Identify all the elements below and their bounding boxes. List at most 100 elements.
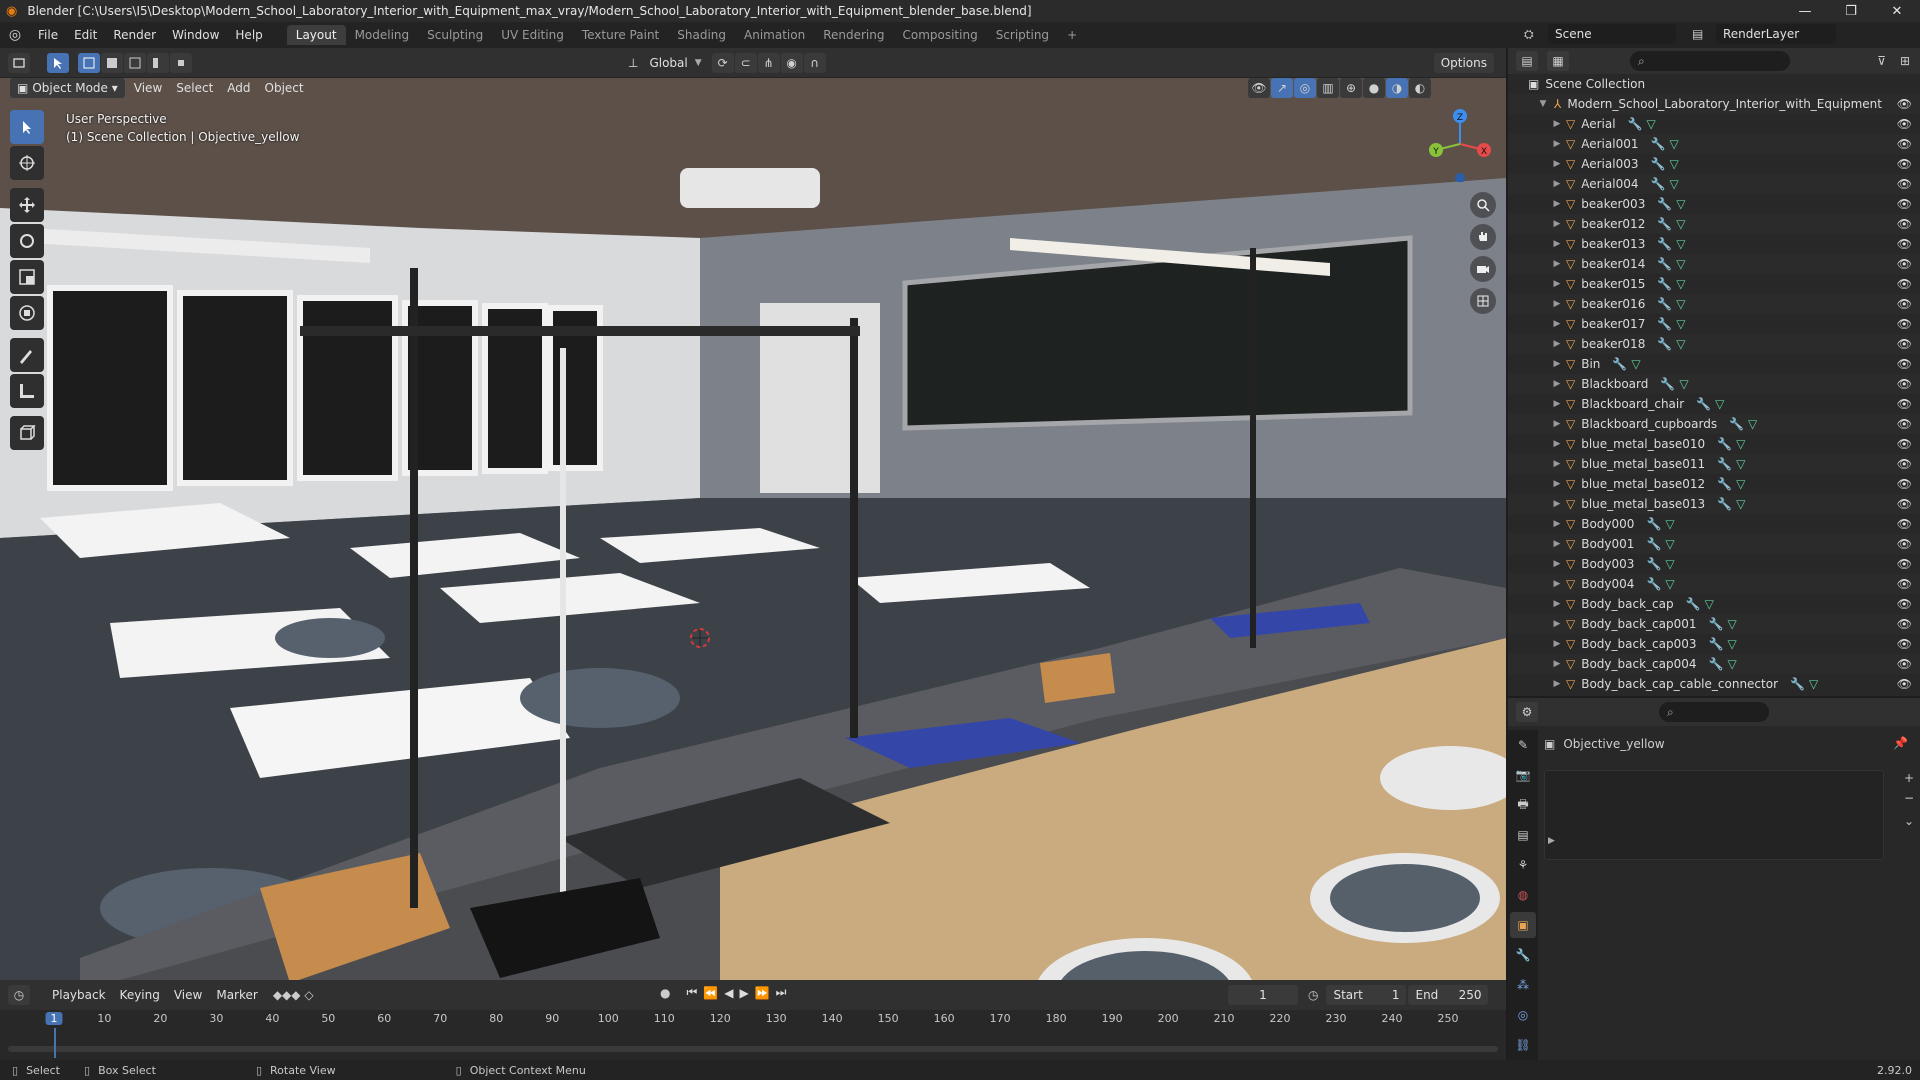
select-mode-invert-icon[interactable] <box>147 52 169 73</box>
expand-panel-icon[interactable]: ▶ <box>1548 836 1555 846</box>
tab-uv-editing[interactable]: UV Editing <box>492 25 573 45</box>
expand-arrow-icon[interactable]: ▶ <box>1552 559 1562 569</box>
keying-menu[interactable]: Keying <box>113 985 167 1005</box>
options-dropdown[interactable]: Options <box>1433 53 1494 73</box>
outliner-object-row[interactable]: ▶ ▽ beaker012 🔧 ▽ 👁 <box>1508 214 1920 234</box>
start-frame-field[interactable]: Start 1 <box>1326 985 1407 1005</box>
tool-tab-icon[interactable]: ✎ <box>1510 732 1536 758</box>
modifier-wrench-icon[interactable]: 🔧 <box>1717 457 1732 471</box>
mesh-data-icon[interactable]: ▽ <box>1727 617 1736 631</box>
outliner-object-row[interactable]: ▶ ▽ Body003 🔧 ▽ 👁 <box>1508 554 1920 574</box>
outliner-object-row[interactable]: ▶ ▽ Aerial004 🔧 ▽ 👁 <box>1508 174 1920 194</box>
eye-icon[interactable]: 👁 <box>1897 497 1912 511</box>
remove-slot-button[interactable]: − <box>1904 791 1914 805</box>
mesh-data-icon[interactable]: ▽ <box>1665 517 1674 531</box>
visibility-filter-icon[interactable]: 👁 <box>1248 78 1270 98</box>
mesh-data-icon[interactable]: ▽ <box>1669 157 1678 171</box>
eye-icon[interactable]: 👁 <box>1897 117 1912 131</box>
outliner-object-row[interactable]: ▶ ▽ blue_metal_base010 🔧 ▽ 👁 <box>1508 434 1920 454</box>
timeline[interactable]: 1 10 20 30 40 50 60 70 80 90 100 110 120 130 140 150 160… <box>0 1010 1506 1060</box>
3d-viewport[interactable] <box>0 78 1506 980</box>
eye-icon[interactable]: 👁 <box>1897 277 1912 291</box>
modifier-wrench-icon[interactable]: 🔧 <box>1646 577 1661 591</box>
outliner-object-row[interactable]: ▶ ▽ beaker018 🔧 ▽ 👁 <box>1508 334 1920 354</box>
outliner-object-row[interactable]: ▶ ▽ Body_back_cap_cable_connector 🔧 ▽ 👁 <box>1508 674 1920 694</box>
eye-icon[interactable]: 👁 <box>1897 237 1912 251</box>
eye-icon[interactable]: 👁 <box>1897 457 1912 471</box>
add-cube-tool-icon[interactable] <box>10 416 44 450</box>
tab-rendering[interactable]: Rendering <box>814 25 893 45</box>
mesh-data-icon[interactable]: ▽ <box>1715 397 1724 411</box>
eye-icon[interactable]: 👁 <box>1897 97 1912 111</box>
expand-arrow-icon[interactable]: ▶ <box>1552 299 1562 309</box>
output-tab-icon[interactable]: 🖶 <box>1510 792 1536 818</box>
properties-search[interactable]: ⌕ <box>1659 702 1769 722</box>
eye-icon[interactable]: 👁 <box>1897 617 1912 631</box>
outliner-object-row[interactable]: ▶ ▽ beaker017 🔧 ▽ 👁 <box>1508 314 1920 334</box>
tab-compositing[interactable]: Compositing <box>893 25 986 45</box>
particles-tab-icon[interactable]: ⁂ <box>1510 972 1536 998</box>
modifier-wrench-icon[interactable]: 🔧 <box>1650 157 1665 171</box>
expand-arrow-icon[interactable]: ▼ <box>1538 99 1548 109</box>
measure-tool-icon[interactable] <box>10 374 44 408</box>
display-mode-icon[interactable]: ▦ <box>1547 51 1569 71</box>
outliner-object-row[interactable]: ▶ ▽ beaker003 🔧 ▽ 👁 <box>1508 194 1920 214</box>
expand-arrow-icon[interactable]: ▶ <box>1552 259 1562 269</box>
eye-icon[interactable]: 👁 <box>1897 597 1912 611</box>
modifier-wrench-icon[interactable]: 🔧 <box>1657 257 1672 271</box>
modifier-tab-icon[interactable]: 🔧 <box>1510 942 1536 968</box>
menu-edit[interactable]: Edit <box>66 24 105 46</box>
mesh-data-icon[interactable]: ▽ <box>1736 497 1745 511</box>
expand-arrow-icon[interactable]: ▶ <box>1552 199 1562 209</box>
select-mode-new-icon[interactable] <box>78 52 100 73</box>
view-layer-selector[interactable]: RenderLayer <box>1716 24 1836 44</box>
tab-shading[interactable]: Shading <box>668 25 735 45</box>
end-frame-field[interactable]: End 250 <box>1408 985 1489 1005</box>
mesh-data-icon[interactable]: ▽ <box>1736 437 1745 451</box>
outliner-editor-type-icon[interactable]: ▤ <box>1516 51 1538 71</box>
tab-texture-paint[interactable]: Texture Paint <box>573 25 668 45</box>
outliner-object-row[interactable]: ▶ ▽ beaker013 🔧 ▽ 👁 <box>1508 234 1920 254</box>
preview-range-icon[interactable]: ◷ <box>1308 988 1318 1002</box>
outliner-object-row[interactable]: ▶ ▽ Aerial 🔧 ▽ 👁 <box>1508 114 1920 134</box>
outliner-object-row[interactable]: ▶ ▽ Aerial003 🔧 ▽ 👁 <box>1508 154 1920 174</box>
world-tab-icon[interactable]: ◍ <box>1510 882 1536 908</box>
outliner-object-row[interactable]: ▶ ▽ blue_metal_base013 🔧 ▽ 👁 <box>1508 494 1920 514</box>
view-menu[interactable]: View <box>127 78 169 98</box>
eye-icon[interactable]: 👁 <box>1897 357 1912 371</box>
eye-icon[interactable]: 👁 <box>1897 137 1912 151</box>
expand-arrow-icon[interactable]: ▶ <box>1552 659 1562 669</box>
outliner-object-row[interactable]: ▶ ▽ Aerial001 🔧 ▽ 👁 <box>1508 134 1920 154</box>
ortho-grid-icon[interactable] <box>1470 288 1496 314</box>
menu-render[interactable]: Render <box>105 24 164 46</box>
rotate-tool-icon[interactable] <box>10 224 44 258</box>
eye-icon[interactable]: 👁 <box>1897 657 1912 671</box>
eye-icon[interactable]: 👁 <box>1897 177 1912 191</box>
snap-icon[interactable]: ⊂ <box>734 53 757 73</box>
mesh-data-icon[interactable]: ▽ <box>1748 417 1757 431</box>
close-button[interactable]: ✕ <box>1874 0 1920 22</box>
mesh-data-icon[interactable]: ▽ <box>1665 537 1674 551</box>
mesh-data-icon[interactable]: ▽ <box>1727 657 1736 671</box>
modifier-wrench-icon[interactable]: 🔧 <box>1646 557 1661 571</box>
outliner-object-row[interactable]: ▶ ▽ Body_back_cap003 🔧 ▽ 👁 <box>1508 634 1920 654</box>
scene-collection-row[interactable]: ▣ Scene Collection <box>1508 74 1920 94</box>
scene-icon[interactable]: ⛭ <box>1524 27 1548 42</box>
pivot-point-icon[interactable]: ⟳ <box>711 53 734 73</box>
navigation-gizmo[interactable]: Z X Y <box>1422 106 1498 183</box>
view-layer-icon[interactable]: ▤ <box>1692 27 1716 41</box>
outliner-object-row[interactable]: ▶ ▽ Blackboard 🔧 ▽ 👁 <box>1508 374 1920 394</box>
expand-arrow-icon[interactable]: ▶ <box>1552 359 1562 369</box>
pan-hand-icon[interactable] <box>1470 224 1496 250</box>
modifier-wrench-icon[interactable]: 🔧 <box>1709 637 1724 651</box>
expand-arrow-icon[interactable]: ▶ <box>1552 579 1562 589</box>
eye-icon[interactable]: 👁 <box>1897 197 1912 211</box>
expand-arrow-icon[interactable]: ▶ <box>1552 459 1562 469</box>
expand-arrow-icon[interactable]: ▶ <box>1552 439 1562 449</box>
modifier-wrench-icon[interactable]: 🔧 <box>1660 377 1675 391</box>
select-menu[interactable]: Select <box>169 78 220 98</box>
object-name-label[interactable]: Objective_yellow <box>1563 737 1664 751</box>
modifier-wrench-icon[interactable]: 🔧 <box>1709 657 1724 671</box>
modifier-wrench-icon[interactable]: 🔧 <box>1717 437 1732 451</box>
modifier-wrench-icon[interactable]: 🔧 <box>1729 417 1744 431</box>
